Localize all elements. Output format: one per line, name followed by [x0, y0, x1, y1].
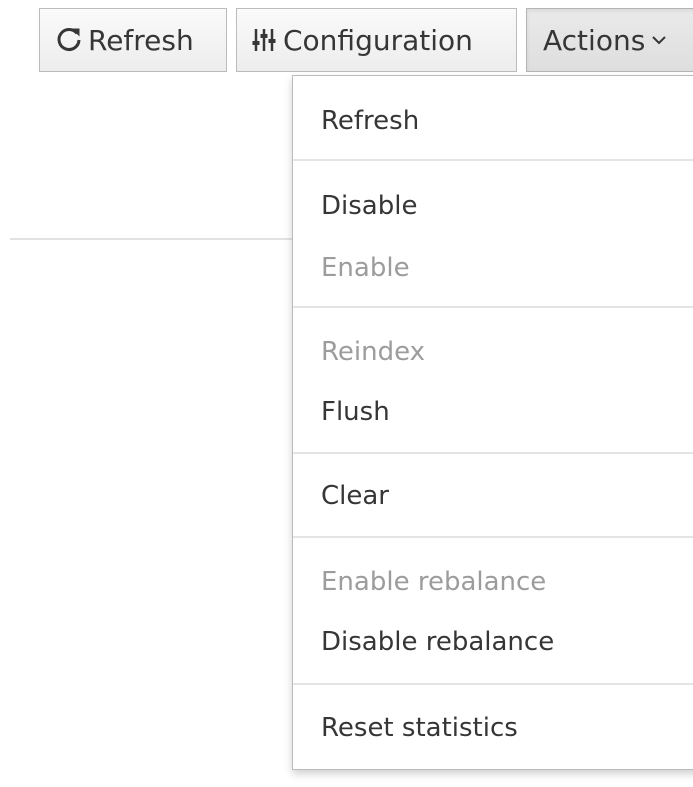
menu-item-disable[interactable]: Disable	[321, 186, 417, 226]
menu-item-reset-statistics[interactable]: Reset statistics	[321, 708, 518, 748]
menu-item-refresh[interactable]: Refresh	[321, 101, 419, 141]
menu-item-clear[interactable]: Clear	[321, 476, 389, 516]
actions-button-label: Actions	[543, 23, 646, 57]
refresh-button[interactable]: Refresh	[39, 8, 227, 72]
actions-menu: Refresh Disable Enable Reindex Flush Cle…	[292, 75, 693, 770]
refresh-icon	[56, 27, 82, 53]
menu-item-disable-rebalance[interactable]: Disable rebalance	[321, 622, 554, 662]
menu-item-reindex: Reindex	[321, 337, 426, 367]
content-divider	[10, 238, 300, 240]
menu-separator	[293, 159, 693, 161]
sliders-icon	[251, 27, 277, 53]
menu-item-flush[interactable]: Flush	[321, 392, 390, 432]
menu-separator	[293, 683, 693, 685]
menu-separator	[293, 536, 693, 538]
menu-item-enable: Enable	[321, 253, 410, 283]
refresh-button-label: Refresh	[88, 23, 194, 57]
page: Refresh Configuration Actions Refresh Di…	[0, 0, 693, 787]
menu-item-enable-rebalance: Enable rebalance	[321, 567, 547, 597]
actions-dropdown-button[interactable]: Actions	[526, 8, 693, 72]
configuration-button[interactable]: Configuration	[236, 8, 517, 72]
menu-separator	[293, 306, 693, 308]
configuration-button-label: Configuration	[283, 23, 473, 57]
menu-separator	[293, 452, 693, 454]
chevron-down-icon	[651, 34, 667, 46]
